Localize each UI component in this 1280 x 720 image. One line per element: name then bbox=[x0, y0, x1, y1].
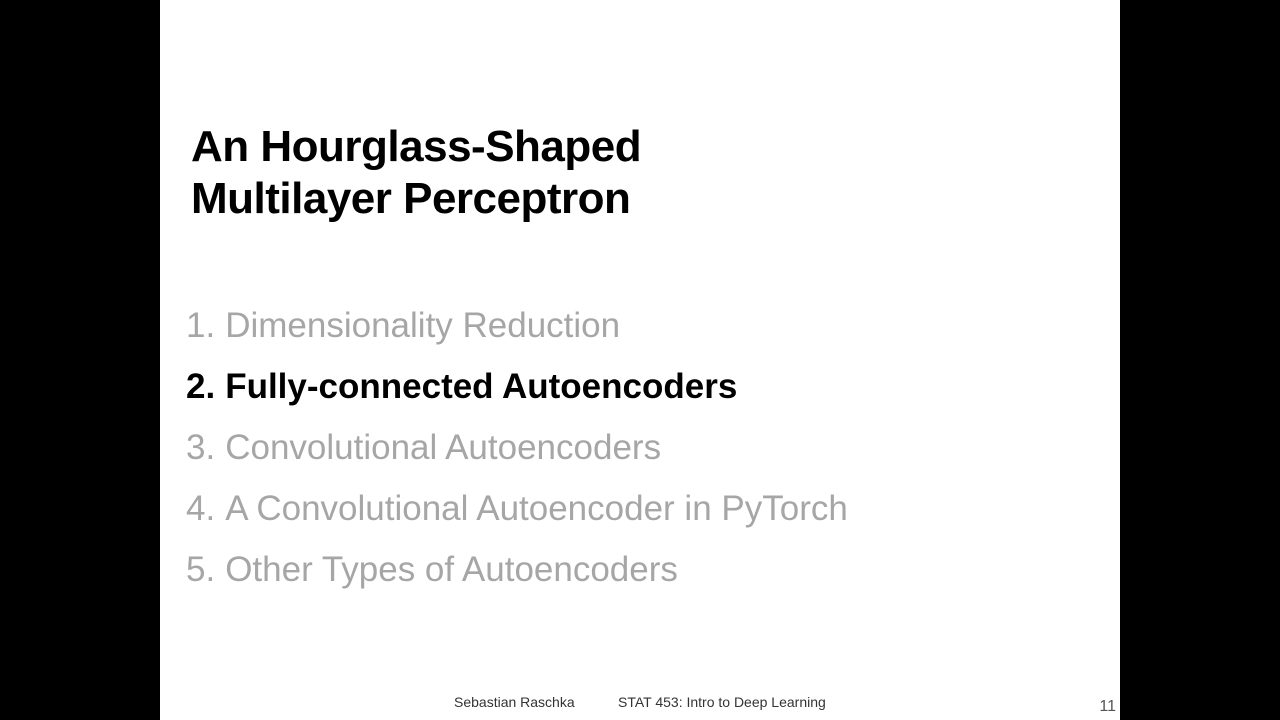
footer-course: STAT 453: Intro to Deep Learning bbox=[618, 694, 826, 710]
presentation-stage: An Hourglass-Shaped Multilayer Perceptro… bbox=[0, 0, 1280, 720]
agenda-item-3: 3. Convolutional Autoencoders bbox=[186, 422, 848, 483]
agenda-item-label: A Convolutional Autoencoder in PyTorch bbox=[225, 489, 848, 528]
slide-title-line-2: Multilayer Perceptron bbox=[191, 174, 631, 223]
agenda-item-label: Convolutional Autoencoders bbox=[225, 428, 662, 467]
agenda-item-label: Other Types of Autoencoders bbox=[225, 550, 678, 589]
slide: An Hourglass-Shaped Multilayer Perceptro… bbox=[160, 0, 1120, 720]
agenda-item-5: 5. Other Types of Autoencoders bbox=[186, 544, 848, 605]
agenda-item-number: 4. bbox=[186, 489, 216, 528]
agenda-item-number: 1. bbox=[186, 306, 216, 345]
slide-title: An Hourglass-Shaped Multilayer Perceptro… bbox=[191, 121, 642, 225]
footer-author: Sebastian Raschka bbox=[454, 694, 575, 710]
slide-title-line-1: An Hourglass-Shaped bbox=[191, 122, 642, 171]
agenda-item-number: 2. bbox=[186, 367, 216, 406]
agenda-item-label: Dimensionality Reduction bbox=[225, 306, 621, 345]
agenda-item-number: 5. bbox=[186, 550, 216, 589]
agenda-item-number: 3. bbox=[186, 428, 216, 467]
agenda-item-2: 2. Fully-connected Autoencoders bbox=[186, 361, 848, 422]
agenda-item-1: 1. Dimensionality Reduction bbox=[186, 300, 848, 361]
agenda-item-label: Fully-connected Autoencoders bbox=[225, 367, 738, 406]
agenda-list: 1. Dimensionality Reduction 2. Fully-conne… bbox=[186, 300, 848, 605]
agenda-item-4: 4. A Convolutional Autoencoder in PyTorch bbox=[186, 483, 848, 544]
page-number: 11 bbox=[1099, 698, 1116, 715]
